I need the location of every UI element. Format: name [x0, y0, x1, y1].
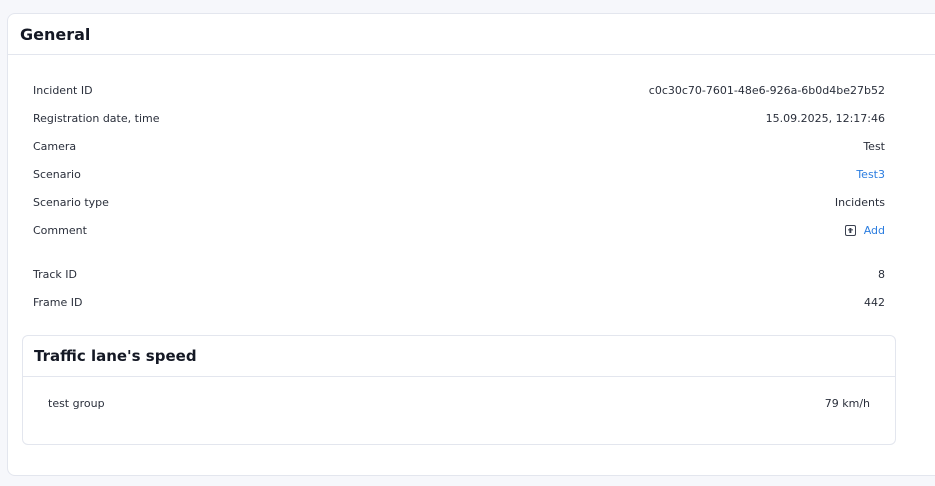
camera-value: Test — [863, 139, 885, 153]
traffic-speed-panel: Traffic lane's speed test group 79 km/h — [22, 335, 896, 445]
group-label: test group — [48, 397, 105, 410]
row-scenario: Scenario Test3 — [33, 160, 885, 188]
general-header: General — [8, 14, 935, 55]
scenario-link[interactable]: Test3 — [856, 168, 885, 181]
row-scenario-type: Scenario type Incidents — [33, 188, 885, 216]
track-id-value: 8 — [878, 267, 885, 281]
row-frame-id: Frame ID 442 — [33, 288, 885, 316]
speed-value: 79 km/h — [824, 397, 870, 410]
incident-id-value: c0c30c70-7601-48e6-926a-6b0d4be27b52 — [648, 83, 885, 97]
plus-square-icon — [844, 224, 856, 236]
row-camera: Camera Test — [33, 132, 885, 160]
add-comment-button[interactable]: Add — [844, 223, 885, 237]
frame-id-label: Frame ID — [33, 295, 83, 309]
general-title: General — [20, 24, 91, 44]
general-details: Incident ID c0c30c70-7601-48e6-926a-6b0d… — [33, 76, 885, 316]
traffic-speed-title: Traffic lane's speed — [34, 347, 197, 365]
registration-date-label: Registration date, time — [33, 111, 160, 125]
frame-id-value: 442 — [864, 295, 885, 309]
row-comment: Comment Add — [33, 216, 885, 244]
traffic-speed-header: Traffic lane's speed — [23, 336, 895, 377]
row-track-id: Track ID 8 — [33, 260, 885, 288]
scenario-type-label: Scenario type — [33, 195, 109, 209]
row-registration-date: Registration date, time 15.09.2025, 12:1… — [33, 104, 885, 132]
row-incident-id: Incident ID c0c30c70-7601-48e6-926a-6b0d… — [33, 76, 885, 104]
general-panel: General Incident ID c0c30c70-7601-48e6-9… — [7, 13, 935, 476]
track-id-label: Track ID — [33, 267, 77, 281]
camera-label: Camera — [33, 139, 77, 153]
incident-id-label: Incident ID — [33, 83, 93, 97]
add-comment-label: Add — [863, 223, 885, 237]
scenario-type-value: Incidents — [834, 195, 885, 209]
comment-label: Comment — [33, 223, 87, 237]
registration-date-value: 15.09.2025, 12:17:46 — [765, 111, 885, 125]
traffic-speed-row: test group 79 km/h — [48, 397, 870, 410]
scenario-label: Scenario — [33, 167, 81, 181]
